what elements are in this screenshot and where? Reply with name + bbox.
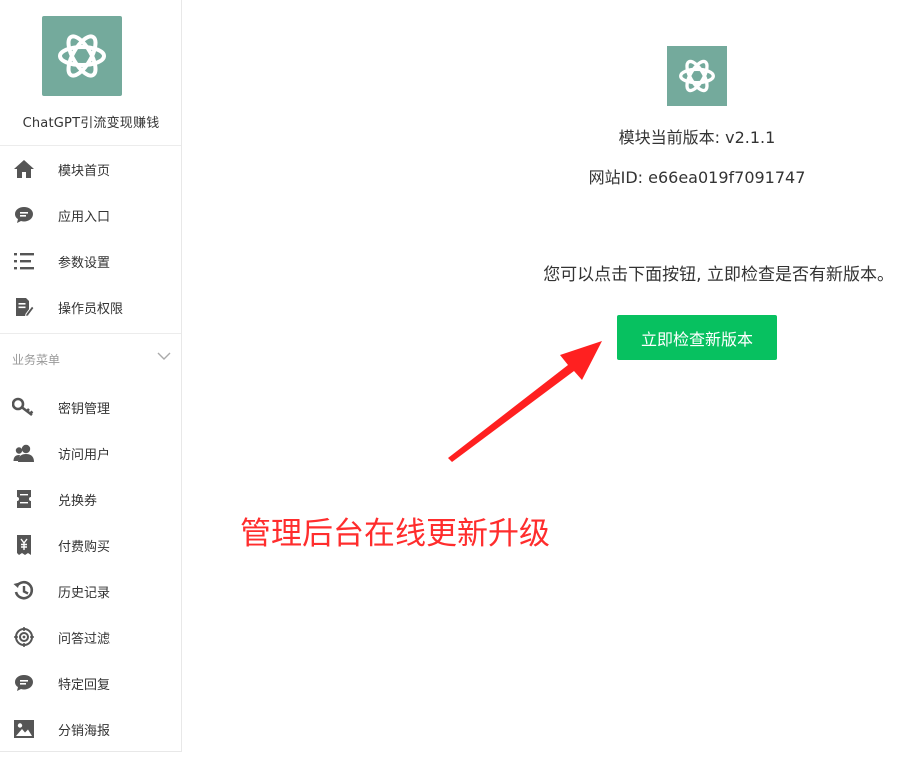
sidebar-item-specific-reply[interactable]: 特定回复 — [0, 660, 181, 706]
openai-logo-icon — [667, 46, 727, 106]
brand-area: ChatGPT引流变现赚钱 — [0, 0, 181, 146]
sidebar-item-qa-filter[interactable]: 问答过滤 — [0, 614, 181, 660]
sidebar-item-distribution-poster[interactable]: 分销海报 — [0, 706, 181, 752]
sidebar-item-history[interactable]: 历史记录 — [0, 568, 181, 614]
sidebar-item-home[interactable]: 模块首页 — [0, 146, 181, 192]
ticket-icon — [12, 487, 36, 511]
chat-bubble-icon — [12, 671, 36, 695]
key-icon — [12, 395, 36, 419]
red-arrow-icon — [448, 341, 602, 462]
openai-logo-icon — [42, 16, 122, 96]
chat-bubble-icon — [12, 203, 36, 227]
sidebar-item-operator-permissions[interactable]: 操作员权限 — [0, 284, 181, 330]
list-icon — [12, 249, 36, 273]
users-icon — [12, 441, 36, 465]
payment-icon — [12, 533, 36, 557]
section-title-business-menu: 业务菜单 — [12, 353, 61, 367]
sidebar: ChatGPT引流变现赚钱 模块首页 应用入口 参数设置 操作员权限 业务菜单 — [0, 0, 182, 752]
sidebar-item-visitors[interactable]: 访问用户 — [0, 430, 181, 476]
filter-target-icon — [12, 625, 36, 649]
sidebar-item-paid-purchase[interactable]: 付费购买 — [0, 522, 181, 568]
edit-document-icon — [12, 295, 36, 319]
site-id: 网站ID: e66ea019f7091747 — [588, 168, 806, 187]
update-hint: 您可以点击下面按钮, 立即检查是否有新版本。 — [543, 265, 894, 285]
history-icon — [12, 579, 36, 603]
sidebar-item-key-management[interactable]: 密钥管理 — [0, 384, 181, 430]
annotation-text: 管理后台在线更新升级 — [240, 516, 550, 552]
image-icon — [12, 717, 36, 741]
brand-name: ChatGPT引流变现赚钱 — [22, 116, 160, 131]
home-icon — [12, 157, 36, 181]
sidebar-item-settings[interactable]: 参数设置 — [0, 238, 181, 284]
module-version: 模块当前版本: v2.1.1 — [618, 128, 776, 147]
sidebar-item-app-entry[interactable]: 应用入口 — [0, 192, 181, 238]
sidebar-divider — [0, 333, 181, 334]
check-update-button[interactable]: 立即检查新版本 — [617, 315, 777, 360]
chevron-down-icon[interactable] — [157, 350, 171, 362]
sidebar-item-coupons[interactable]: 兑换券 — [0, 476, 181, 522]
